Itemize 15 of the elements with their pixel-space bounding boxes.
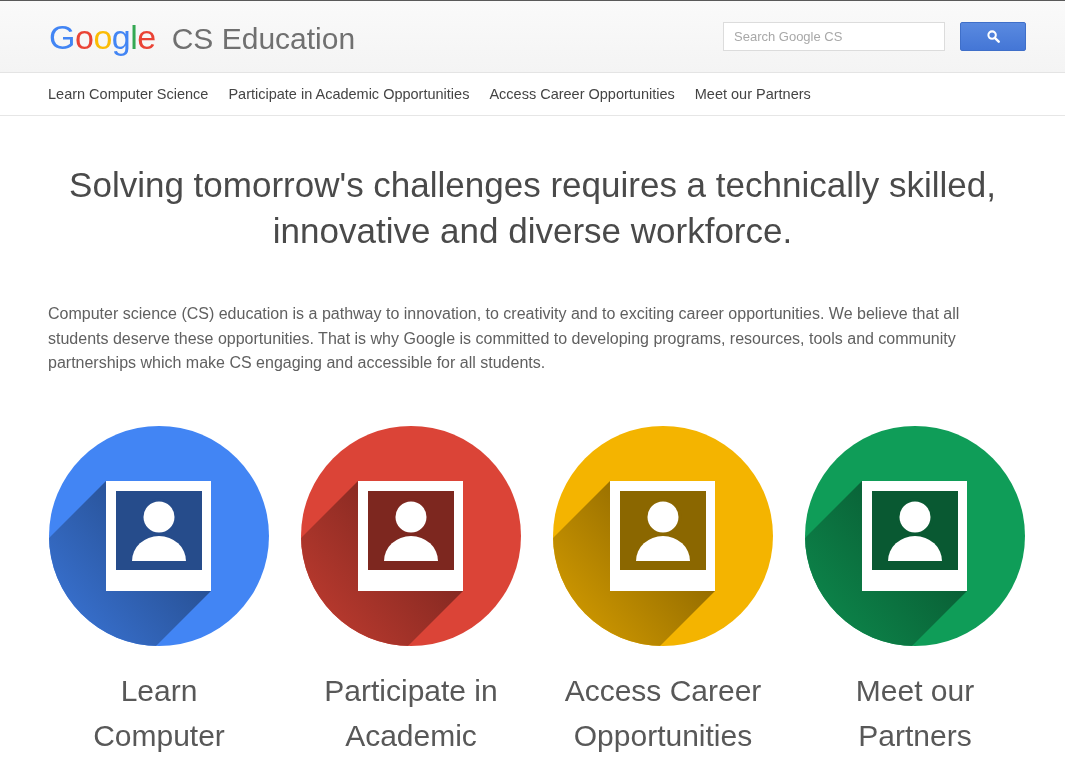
search-field[interactable]: Search Google CS xyxy=(723,22,945,51)
nav-link[interactable]: Learn Computer Science xyxy=(48,86,209,102)
headline: Solving tomorrow's challenges requires a technically skilled, innovative and diverse workforce. xyxy=(68,164,997,252)
nav-link[interactable]: Access Career Opportunities xyxy=(489,86,675,102)
nav-link[interactable]: Participate in Academic Opportunities xyxy=(228,86,470,102)
site-title: CS Education xyxy=(171,23,356,54)
card-title-link[interactable]: Meet our Partners xyxy=(811,667,1019,758)
card-title-link[interactable]: Access Career Opportunities xyxy=(559,667,767,758)
google-logo[interactable]: Google xyxy=(49,19,156,54)
search-icon xyxy=(986,30,1000,43)
search-button[interactable] xyxy=(960,22,1026,51)
card-title-link[interactable]: Participate in Academic xyxy=(307,667,515,758)
intro-paragraph: Computer science (CS) education is a pathway to innovation, to creativity and to exciting career opportunities. We believe that all students deserve these opportunities. That is why Google is committed to developing programs, resources, tools and community partnerships which make CS engaging and accessible for all students. xyxy=(48,304,961,373)
nav-link[interactable]: Meet our Partners xyxy=(694,86,811,102)
card-title-link[interactable]: Learn Computer xyxy=(55,667,263,758)
